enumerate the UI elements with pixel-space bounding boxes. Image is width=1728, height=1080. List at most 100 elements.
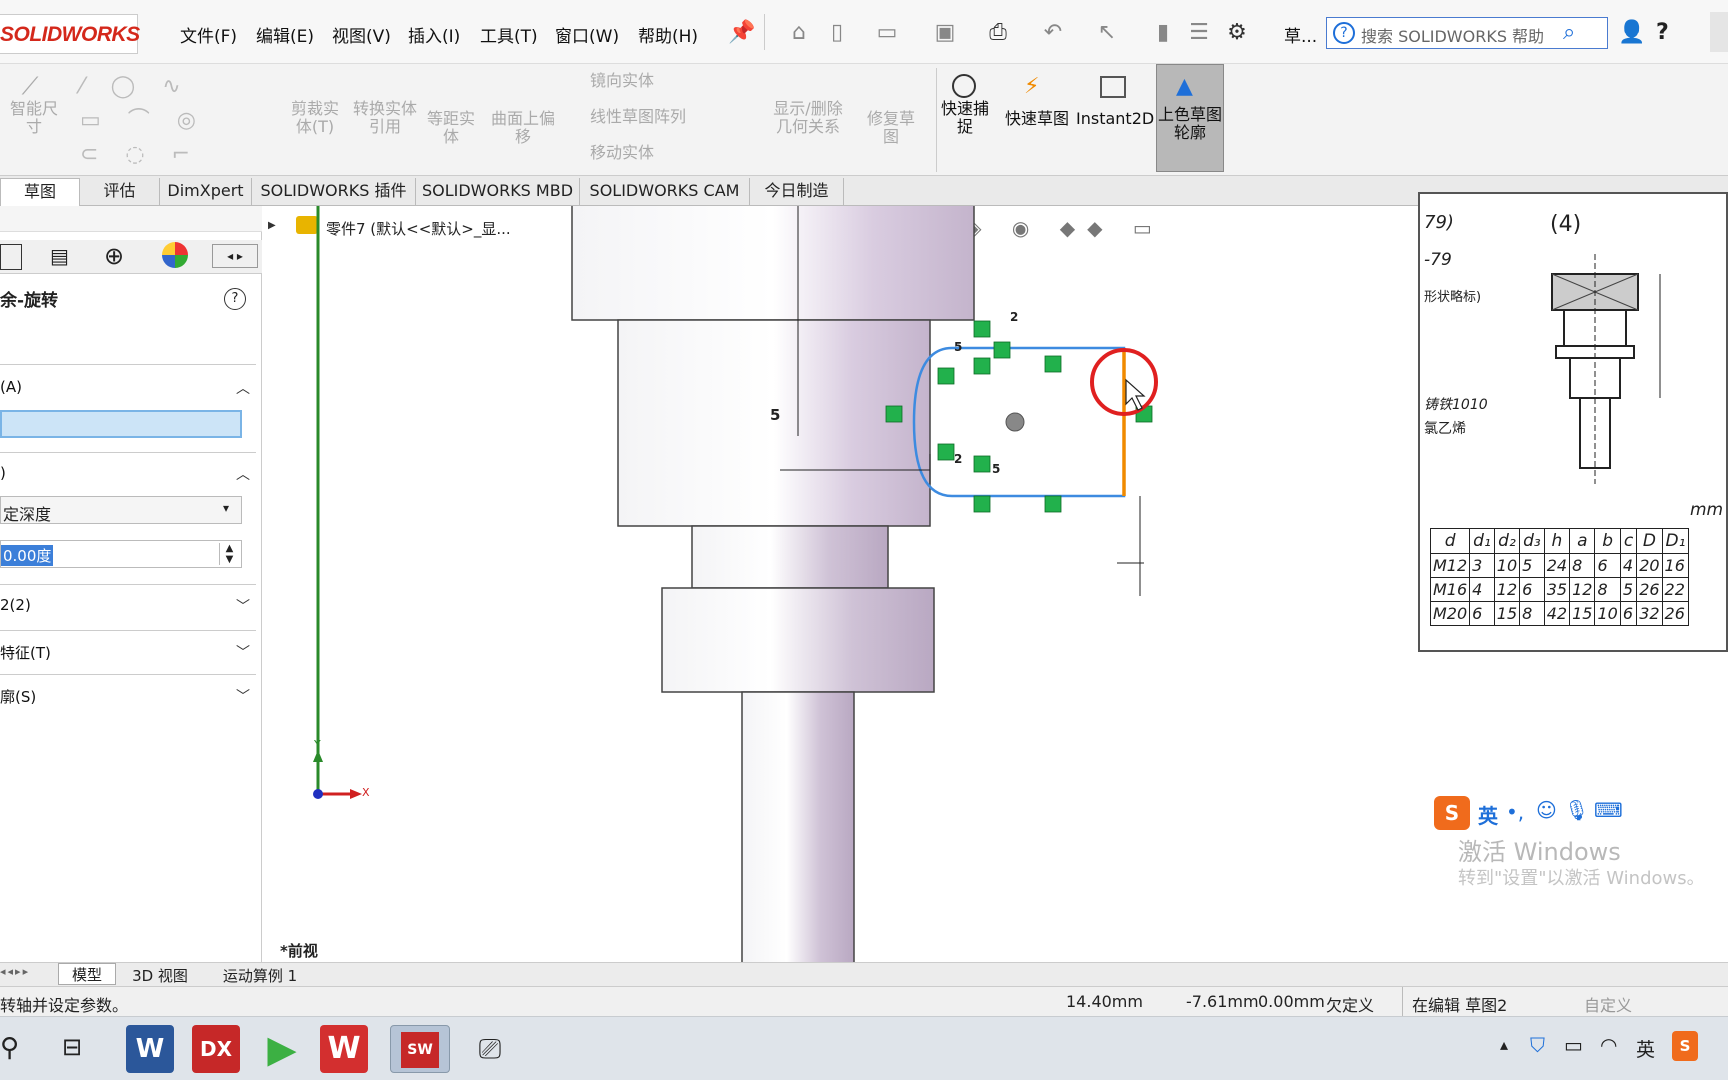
axis-section-title[interactable]: (A) — [0, 378, 22, 396]
rebuild-icon[interactable]: ▮ — [1150, 20, 1176, 46]
smart-dimension-icon[interactable]: ⟋ — [10, 72, 50, 102]
menu-tools[interactable]: 工具(T) — [480, 22, 538, 47]
tab-addins[interactable]: SOLIDWORKS 插件 — [252, 178, 416, 206]
chevron-up-icon[interactable]: ︿ — [236, 464, 252, 483]
help-search-input[interactable]: ? 搜索 SOLIDWORKS 帮助 ⌕ — [1326, 17, 1608, 49]
angle-input[interactable]: 0.00度 ▲ ▼ — [0, 540, 242, 568]
tray-language[interactable]: 英 — [1636, 1035, 1655, 1062]
offset-on-surface-button[interactable]: 曲面上偏移 — [490, 110, 556, 146]
ime-punctuation-icon[interactable]: •, — [1506, 800, 1524, 824]
help-button[interactable]: ? — [1656, 20, 1669, 45]
tab-3d-view[interactable]: 3D 视图 — [120, 965, 200, 986]
tab-evaluate[interactable]: 评估 — [80, 178, 160, 206]
offset-entities-button[interactable]: 等距实体 — [420, 110, 482, 146]
camera-app-icon[interactable]: ⎚ — [462, 1025, 518, 1073]
options-gear-icon[interactable]: ⚙ — [1224, 20, 1250, 46]
media-player-icon[interactable]: ▶ — [258, 1025, 306, 1073]
keyboard-icon[interactable]: ⌨ — [1594, 798, 1623, 822]
tray-ime-icon[interactable]: S — [1672, 1031, 1698, 1061]
undo-icon[interactable]: ↶ — [1040, 20, 1066, 46]
quick-snaps-button[interactable]: 快速捕捉 — [934, 100, 996, 136]
spin-stepper[interactable]: ▲ ▼ — [219, 543, 239, 565]
units-custom[interactable]: 自定义 — [1584, 992, 1632, 1016]
battery-icon[interactable]: ▭ — [1564, 1033, 1583, 1057]
tab-scroll-arrows[interactable]: ◂◂▸▸ — [0, 965, 52, 983]
end-condition-select[interactable]: 定深度 ▾ — [0, 496, 242, 524]
configuration-crosshair-icon[interactable]: ⊕ — [104, 242, 124, 270]
dimension-value-horizontal[interactable]: 5 — [770, 406, 780, 424]
ime-toolbar[interactable]: S 英 •, ☺ 🎙 ⌨ — [1434, 796, 1728, 830]
window-controls[interactable] — [1710, 12, 1728, 52]
print-icon[interactable]: ⎙ — [985, 20, 1011, 46]
tab-make-today[interactable]: 今日制造 — [750, 178, 844, 206]
select-arrow-icon[interactable]: ↖ — [1094, 20, 1120, 46]
pin-icon[interactable]: 📌 — [728, 20, 755, 46]
display-delete-relations-button[interactable]: 显示/删除几何关系 — [766, 100, 850, 136]
file-properties-icon[interactable]: ☰ — [1186, 20, 1212, 46]
linear-sketch-pattern-button[interactable]: 线性草图阵列 — [590, 108, 686, 126]
solidworks-taskbar-button[interactable]: SW — [390, 1025, 450, 1073]
selected-contours-section-title[interactable]: 廓(S) — [0, 686, 36, 707]
sogou-ime-icon[interactable]: S — [1434, 796, 1470, 830]
sketch-entity-tools[interactable]: ⁄ ◯ ∿ ▭ ⌒ ◎ ⊂ ◌ ⌐ — [80, 70, 270, 170]
arc-center-point[interactable] — [1005, 412, 1025, 432]
shaded-sketch-contours-button[interactable]: 上色草图轮廓 — [1158, 106, 1222, 142]
graphics-area[interactable]: ▶ 零件7 (默认<<默认>_显... ⌕⌕✎▮✂◧ ◈ ◉ ◆◆ ▭ 5 2 … — [262, 192, 1728, 966]
ref-table-header: D₁ — [1661, 528, 1690, 554]
chevron-down-icon[interactable]: ﹀ — [236, 596, 252, 615]
tab-dimxpert[interactable]: DimXpert — [160, 178, 252, 206]
smart-dimension-button[interactable]: 智能尺寸 — [4, 100, 64, 136]
security-shield-icon[interactable]: ⛉ — [1530, 1033, 1545, 1057]
chevron-down-icon[interactable]: ﹀ — [236, 686, 252, 705]
menu-insert[interactable]: 插入(I) — [408, 22, 460, 47]
new-document-icon[interactable]: ▯ — [824, 20, 850, 46]
search-icon[interactable]: ⌕ — [1563, 20, 1575, 45]
task-view-icon[interactable]: ⊟ — [62, 1033, 82, 1061]
repair-sketch-button[interactable]: 修复草图 — [860, 110, 922, 146]
tab-sketch[interactable]: 草图 — [0, 178, 80, 206]
thin-feature-section-title[interactable]: 特征(T) — [0, 642, 51, 663]
open-folder-icon[interactable]: ▭ — [874, 20, 900, 46]
direction2-section-title[interactable]: 2(2) — [0, 596, 31, 614]
save-icon[interactable]: ▣ — [932, 20, 958, 46]
tab-motion-study[interactable]: 运动算例 1 — [204, 965, 316, 986]
wifi-icon[interactable]: ◠ — [1600, 1033, 1617, 1057]
home-icon[interactable]: ⌂ — [786, 20, 812, 46]
property-manager-icon[interactable]: ▤ — [50, 244, 69, 268]
move-entities-button[interactable]: 移动实体 — [590, 144, 654, 162]
sketch-quick-menu[interactable]: 草... — [1284, 22, 1317, 47]
instant2d-button[interactable]: Instant2D — [1076, 110, 1154, 128]
menu-edit[interactable]: 编辑(E) — [256, 22, 314, 47]
search-icon[interactable]: ⚲ — [0, 1033, 19, 1063]
solidworks-logo[interactable]: SOLIDWORKS — [0, 14, 140, 54]
trim-entities-button[interactable]: 剪裁实体(T) — [284, 100, 346, 136]
dx-app-icon[interactable]: DX — [192, 1025, 240, 1073]
menu-view[interactable]: 视图(V) — [332, 22, 391, 47]
axis-selection-box[interactable] — [0, 410, 242, 438]
chevron-down-icon[interactable]: ﹀ — [236, 642, 252, 661]
menu-file[interactable]: 文件(F) — [180, 22, 237, 47]
microphone-icon[interactable]: 🎙 — [1564, 798, 1589, 822]
appearance-icon[interactable] — [162, 242, 188, 268]
show-hidden-icons[interactable]: ▴ — [1500, 1035, 1508, 1054]
mirror-entities-button[interactable]: 镜向实体 — [590, 72, 654, 90]
user-icon[interactable]: 👤 — [1618, 20, 1645, 46]
ime-language[interactable]: 英 — [1478, 800, 1498, 829]
menu-window[interactable]: 窗口(W) — [555, 22, 619, 47]
direction1-section-title[interactable]: ) — [0, 464, 6, 482]
tab-model[interactable]: 模型 — [58, 963, 116, 985]
ref-table-cell: M12 — [1429, 553, 1471, 578]
wps-app-icon[interactable]: W — [320, 1025, 368, 1073]
chevron-up-icon[interactable]: ︿ — [236, 378, 252, 397]
help-icon[interactable]: ? — [224, 288, 246, 310]
menu-help[interactable]: 帮助(H) — [638, 22, 698, 47]
convert-entities-button[interactable]: 转换实体引用 — [352, 100, 418, 136]
feature-tree-icon[interactable] — [0, 244, 22, 270]
emoji-icon[interactable]: ☺ — [1536, 798, 1557, 822]
tab-mbd[interactable]: SOLIDWORKS MBD — [416, 178, 580, 206]
tab-cam[interactable]: SOLIDWORKS CAM — [580, 178, 750, 206]
sketch-definition-state[interactable]: 欠定义 — [1326, 992, 1374, 1016]
rapid-sketch-button[interactable]: 快速草图 — [1004, 110, 1070, 128]
word-app-icon[interactable]: W — [126, 1025, 174, 1073]
scroll-arrows[interactable]: ◂ ▸ — [212, 244, 258, 268]
